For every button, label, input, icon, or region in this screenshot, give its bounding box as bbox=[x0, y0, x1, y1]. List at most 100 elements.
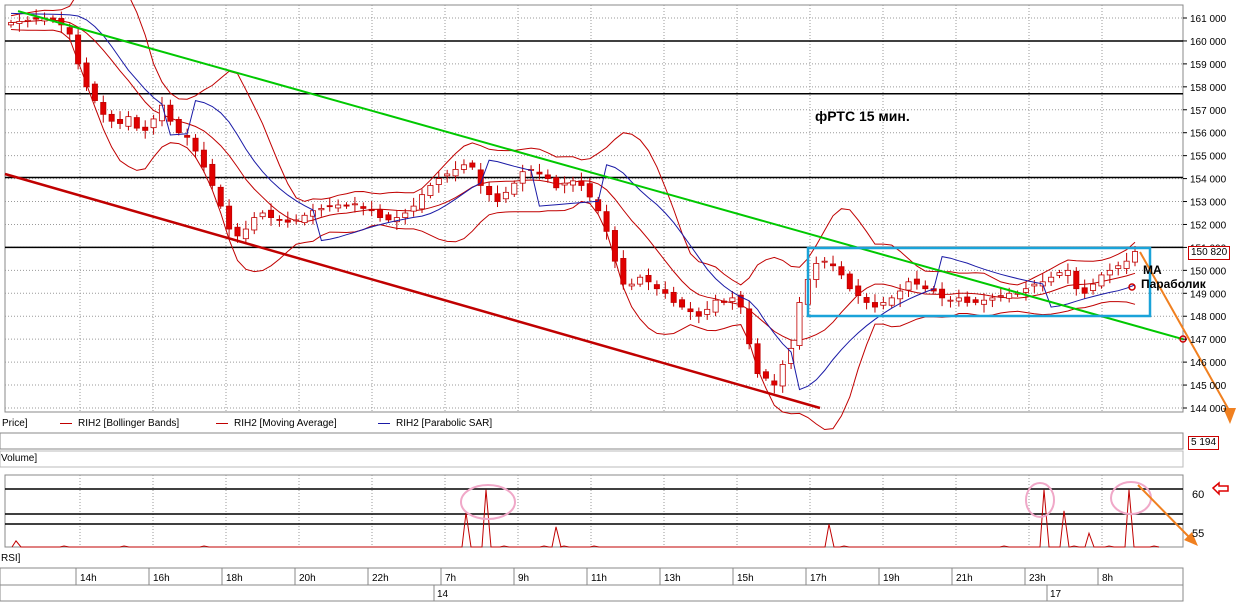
chart-canvas: 161 000 160 000 159 000 158 000 157 000 156 0… bbox=[0, 0, 1236, 602]
candle-body-42 bbox=[360, 206, 367, 209]
rsi-tick-label-1: 55 bbox=[1192, 528, 1204, 540]
candle-body-109 bbox=[922, 285, 929, 290]
candle-body-108 bbox=[913, 278, 920, 285]
candle-body-112 bbox=[947, 299, 954, 302]
candle-body-13 bbox=[117, 119, 124, 124]
candle-body-1 bbox=[16, 21, 23, 24]
time-label-0: 14h bbox=[80, 573, 97, 584]
candle-body-43 bbox=[368, 208, 375, 212]
price-tick-label-8: 153 000 bbox=[1190, 198, 1227, 209]
volume-value-badge: 5 194 bbox=[1188, 436, 1220, 450]
legend-bollinger[interactable]: RIH2 [Bollinger Bands] bbox=[60, 418, 179, 429]
candle-body-8 bbox=[75, 34, 82, 65]
candle-body-126 bbox=[1064, 269, 1071, 276]
price-tick-label-3: 158 000 bbox=[1190, 83, 1227, 94]
candle-body-37 bbox=[318, 208, 325, 211]
time-label-1: 16h bbox=[153, 573, 170, 584]
current-price-badge: 150 820 bbox=[1188, 246, 1231, 260]
candle-body-102 bbox=[863, 297, 870, 303]
price-tick-label-5: 156 000 bbox=[1190, 129, 1227, 140]
price-tick-label-13: 148 000 bbox=[1190, 312, 1227, 323]
time-label-6: 9h bbox=[518, 573, 529, 584]
time-label-10: 17h bbox=[810, 573, 827, 584]
candle-body-118 bbox=[997, 295, 1004, 297]
candle-body-133 bbox=[1123, 260, 1130, 269]
price-tick-label-7: 154 000 bbox=[1190, 175, 1227, 186]
candle-body-16 bbox=[142, 126, 149, 131]
candle-body-31 bbox=[268, 209, 275, 218]
candle-body-128 bbox=[1081, 287, 1088, 294]
candle-body-50 bbox=[427, 185, 434, 196]
candle-body-125 bbox=[1056, 272, 1063, 276]
time-label-5: 7h bbox=[445, 573, 456, 584]
candle-body-115 bbox=[972, 299, 979, 303]
ma-annotation: MA bbox=[1143, 263, 1162, 277]
candle-body-69 bbox=[586, 183, 593, 198]
candle-body-82 bbox=[695, 311, 702, 317]
candle-body-96 bbox=[813, 263, 820, 280]
candle-body-18 bbox=[158, 104, 165, 122]
price-tick-label-16: 145 000 bbox=[1190, 381, 1227, 392]
candle-body-105 bbox=[888, 297, 895, 306]
candle-body-57 bbox=[486, 185, 493, 196]
candle-body-99 bbox=[838, 266, 845, 276]
candle-body-98 bbox=[830, 263, 837, 267]
rsi-axis: 60 55 bbox=[1192, 489, 1204, 540]
price-tick-label-2: 159 000 bbox=[1190, 60, 1227, 71]
candle-body-122 bbox=[1031, 283, 1038, 287]
rsi-label: RSI] bbox=[1, 553, 21, 564]
price-axis: 161 000 160 000 159 000 158 000 157 000 156 0… bbox=[1183, 14, 1227, 415]
candle-body-9 bbox=[83, 62, 90, 88]
candle-body-7 bbox=[66, 27, 73, 35]
candle-body-86 bbox=[729, 297, 736, 302]
candle-body-119 bbox=[1006, 292, 1013, 299]
price-tick-label-0: 161 000 bbox=[1190, 14, 1227, 25]
rsi-pointer-icon bbox=[1211, 481, 1229, 496]
candle-body-51 bbox=[435, 178, 442, 185]
candle-body-72 bbox=[611, 230, 618, 262]
candle-body-131 bbox=[1106, 269, 1113, 276]
candle-body-15 bbox=[133, 117, 140, 129]
candle-body-58 bbox=[494, 193, 501, 202]
candle-body-127 bbox=[1073, 270, 1080, 290]
candle-body-90 bbox=[762, 371, 769, 379]
candle-body-101 bbox=[855, 285, 862, 296]
volume-label-pane bbox=[0, 450, 1184, 468]
candle-body-19 bbox=[167, 104, 174, 122]
candle-body-83 bbox=[704, 308, 711, 315]
candle-body-29 bbox=[251, 217, 258, 231]
candle-body-111 bbox=[939, 288, 946, 299]
date-axis bbox=[0, 584, 1184, 602]
candle-body-21 bbox=[184, 135, 191, 138]
candle-body-17 bbox=[150, 118, 157, 129]
legend-parabolic-sar[interactable]: RIH2 [Parabolic SAR] bbox=[378, 418, 492, 429]
legend-bollinger-label: RIH2 [Bollinger Bands] bbox=[78, 418, 180, 429]
candle-body-75 bbox=[637, 276, 644, 285]
legend: Price] RIH2 [Bollinger Bands] RIH2 [Movi… bbox=[0, 417, 1237, 433]
candle-body-52 bbox=[444, 173, 451, 177]
candle-body-63 bbox=[536, 171, 543, 175]
candle-body-22 bbox=[192, 137, 199, 152]
legend-sar-label: RIH2 [Parabolic SAR] bbox=[396, 418, 493, 429]
legend-sar-swatch bbox=[378, 422, 390, 424]
candle-body-2 bbox=[24, 19, 31, 22]
candle-body-91 bbox=[771, 380, 778, 386]
candle-body-113 bbox=[955, 297, 962, 302]
candle-body-60 bbox=[511, 182, 518, 195]
time-label-13: 23h bbox=[1029, 573, 1046, 584]
candle-body-59 bbox=[502, 191, 509, 200]
candle-body-76 bbox=[645, 274, 652, 283]
candle-body-71 bbox=[603, 211, 610, 232]
candle-body-94 bbox=[796, 302, 803, 346]
candle-body-121 bbox=[1022, 288, 1029, 293]
parabolic-annotation: Параболик bbox=[1141, 277, 1206, 291]
candle-body-92 bbox=[779, 364, 786, 387]
time-label-8: 13h bbox=[664, 573, 681, 584]
candle-body-10 bbox=[91, 83, 98, 101]
legend-moving-average[interactable]: RIH2 [Moving Average] bbox=[216, 418, 337, 429]
legend-ma-swatch bbox=[216, 422, 228, 424]
candle-body-30 bbox=[259, 212, 266, 218]
candle-body-28 bbox=[242, 228, 249, 240]
candle-body-79 bbox=[670, 291, 677, 303]
candle-body-55 bbox=[469, 162, 476, 168]
